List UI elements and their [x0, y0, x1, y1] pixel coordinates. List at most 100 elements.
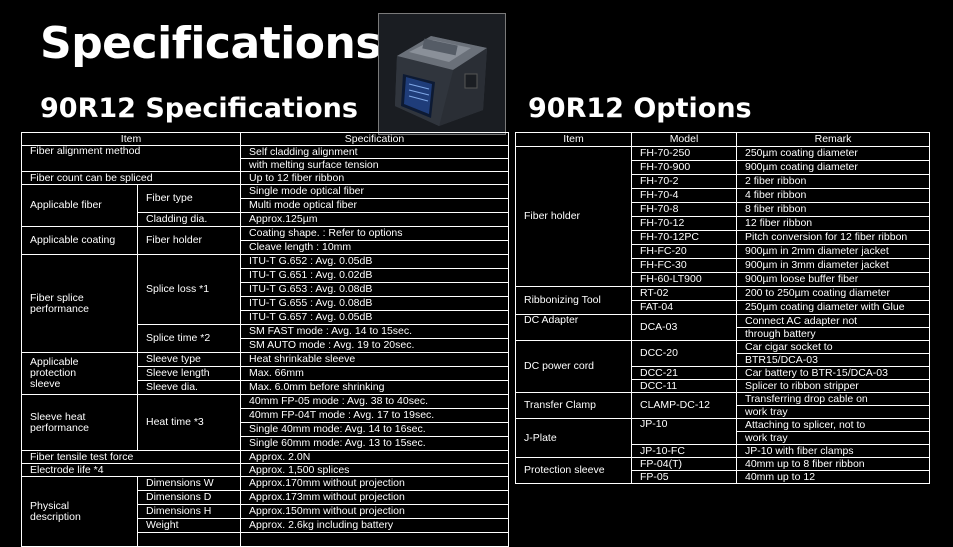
options-heading: 90R12 Options [528, 93, 752, 124]
row-label: DC power cord [515, 340, 632, 393]
cell-value: Coating shape. : Refer to options [240, 226, 510, 241]
sub-label: Fiber holder [136, 226, 242, 255]
table-row: Ribbonizing Tool RT-02 200 to 250µm coat… [515, 286, 930, 315]
table-row: Fiber splice performance Splice loss *1 … [21, 254, 510, 353]
table-row: Applicable fiber Fiber type Single mode … [21, 184, 510, 227]
model-cell: FP-04(T) [631, 457, 737, 471]
row-label: Applicable coating [21, 226, 138, 255]
remark-cell: Splicer to ribbon stripper [736, 379, 930, 393]
model-cell: RT-02 [631, 286, 737, 301]
remark-cell: 900µm in 3mm diameter jacket [736, 258, 930, 273]
sub-label: Splice time *2 [136, 324, 242, 353]
cell-value: Self cladding alignment [240, 145, 510, 159]
cell-value: Cleave length : 10mm [240, 240, 510, 255]
row-label: Fiber splice performance [21, 254, 138, 353]
row-label: Protection sleeve [515, 457, 632, 484]
remark-cell: 40mm up to 12 [736, 470, 930, 484]
table-row: J-Plate JP-10 Attaching to splicer, not … [515, 418, 930, 458]
remark-cell: through battery [736, 327, 930, 341]
row-label: Sleeve heat performance [21, 394, 138, 451]
row-label: Applicable fiber [21, 184, 138, 227]
model-cell: FP-05 [631, 470, 737, 484]
row-label: Fiber tensile test force [20, 450, 242, 464]
cell-value: Approx.170mm without projection [240, 476, 510, 491]
model-cell: FH-60-LT900 [631, 272, 737, 287]
cell-value: ITU-T G.652 : Avg. 0.05dB [240, 254, 510, 269]
table-row: Fiber alignment method Self cladding ali… [20, 145, 510, 172]
model-cell: CLAMP-DC-12 [631, 392, 737, 419]
remark-cell: 200 to 250µm coating diameter [736, 286, 930, 301]
table-row: Applicable coating Fiber holder Coating … [21, 226, 510, 255]
cell-value: Approx. 2.0N [240, 450, 510, 464]
remark-cell: 40mm up to 8 fiber ribbon [736, 457, 930, 471]
remark-cell: 900µm coating diameter [736, 160, 930, 175]
table-row: Fiber holder FH-70-250 250µm coating dia… [515, 146, 930, 287]
table-row: Sleeve heat performance Heat time *3 40m… [21, 394, 510, 451]
sub-label: Splice loss *1 [136, 254, 242, 325]
remark-cell: work tray [736, 405, 930, 419]
table-row: Fiber tensile test force Approx. 2.0N [20, 450, 510, 464]
sub-label: Cladding dia. [136, 212, 242, 227]
sub-label: Sleeve dia. [136, 380, 242, 395]
model-cell: FH-FC-20 [631, 244, 737, 259]
remark-cell: 250µm coating diameter with Glue [736, 300, 930, 315]
remark-cell: 250µm coating diameter [736, 146, 930, 161]
row-label: Physical description [21, 476, 138, 547]
sub-label: Weight [136, 518, 242, 533]
sub-label: Heat time *3 [136, 394, 242, 451]
model-cell: DCC-20 [631, 340, 737, 367]
remark-cell: 900µm loose buffer fiber [736, 272, 930, 287]
table-row: Electrode life *4 Approx. 1,500 splices [20, 463, 510, 477]
sub-label: Fiber type [136, 184, 242, 213]
row-label: J-Plate [515, 418, 632, 458]
remark-cell: 900µm in 2mm diameter jacket [736, 244, 930, 259]
specs-heading: 90R12 Specifications [40, 93, 358, 124]
cell-value: Approx.150mm without projection [240, 504, 510, 519]
table-row: DC power cord DCC-20 Car cigar socket to [515, 340, 930, 393]
row-label: Fiber holder [515, 146, 632, 287]
remark-cell: work tray [736, 431, 930, 445]
model-cell: DCC-21 [631, 366, 737, 380]
sub-label: Dimensions D [136, 490, 242, 505]
fusion-splicer-image [379, 14, 505, 134]
cell-value: Single 60mm mode: Avg. 13 to 15sec. [240, 436, 510, 451]
remark-cell: Transferring drop cable on [736, 392, 930, 406]
sub-label: Dimensions W [136, 476, 242, 491]
table-row: Protection sleeve FP-04(T) 40mm up to 8 … [515, 457, 930, 484]
cell-value: Up to 12 fiber ribbon [240, 171, 510, 185]
header-model: Model [631, 132, 737, 147]
cell-value: ITU-T G.651 : Avg. 0.02dB [240, 268, 510, 283]
header-item: Item [20, 132, 242, 146]
row-label: Transfer Clamp [515, 392, 632, 419]
row-label: Fiber count can be spliced [20, 171, 242, 185]
model-cell: DCA-03 [631, 314, 737, 341]
cell-value: 40mm FP-04T mode : Avg. 17 to 19sec. [240, 408, 510, 423]
table-row: DC Adapter DCA-03 Connect AC adapter not [515, 314, 930, 341]
header-remark: Remark [736, 132, 930, 147]
model-cell: FH-70-900 [631, 160, 737, 175]
sub-label: Dimensions H [136, 504, 242, 519]
table-header-row: Item Specification [20, 132, 510, 146]
row-label: Ribbonizing Tool [515, 286, 632, 315]
cell-value: Single mode optical fiber [240, 184, 510, 199]
options-table: Item Model Remark Fiber holder FH-70-250… [515, 132, 930, 484]
model-cell: FH-FC-30 [631, 258, 737, 273]
table-row: Transfer Clamp CLAMP-DC-12 Transferring … [515, 392, 930, 419]
cell-value: 40mm FP-05 mode : Avg. 38 to 40sec. [240, 394, 510, 409]
cell-value: SM AUTO mode : Avg. 19 to 20sec. [240, 338, 510, 353]
row-label: Fiber alignment method [20, 145, 242, 172]
remark-cell: Attaching to splicer, not to [736, 418, 930, 432]
table-row: Fiber count can be spliced Up to 12 fibe… [20, 171, 510, 185]
sub-label: Sleeve type [136, 352, 242, 367]
model-cell: FH-70-8 [631, 202, 737, 217]
header-item: Item [515, 132, 632, 147]
cell-value: Approx.125µm [240, 212, 510, 227]
cell-value: ITU-T G.653 : Avg. 0.08dB [240, 282, 510, 297]
sub-label: Sleeve length [136, 366, 242, 381]
cell-value: Approx. 1,500 splices [240, 463, 510, 477]
remark-cell: 2 fiber ribbon [736, 174, 930, 189]
remark-cell: Pitch conversion for 12 fiber ribbon [736, 230, 930, 245]
cell-value: Max. 66mm [240, 366, 510, 381]
cell-value: with melting surface tension [240, 158, 510, 172]
cell-value: Single 40mm mode: Avg. 14 to 16sec. [240, 422, 510, 437]
